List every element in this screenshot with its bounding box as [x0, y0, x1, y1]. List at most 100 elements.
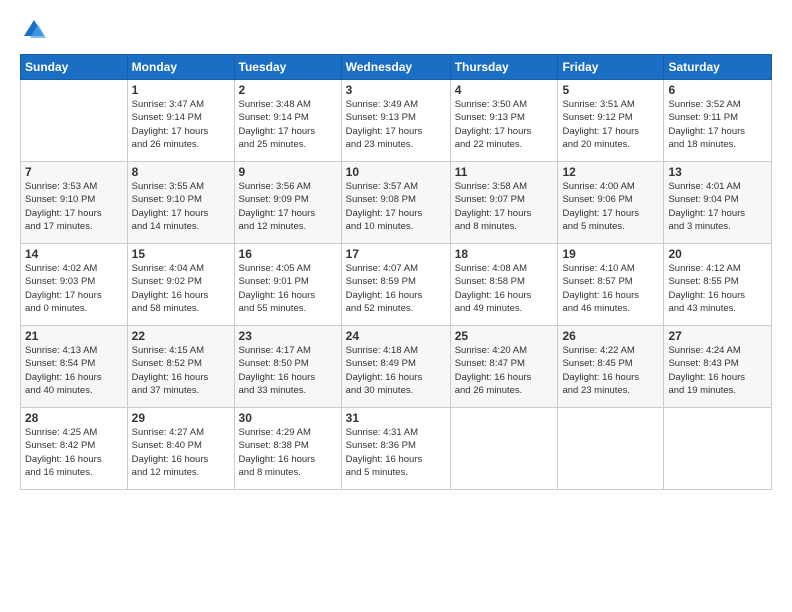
day-number: 31: [346, 411, 446, 425]
day-info: Sunrise: 3:51 AM Sunset: 9:12 PM Dayligh…: [562, 98, 659, 151]
day-info: Sunrise: 4:25 AM Sunset: 8:42 PM Dayligh…: [25, 426, 123, 479]
calendar-cell: 6Sunrise: 3:52 AM Sunset: 9:11 PM Daylig…: [664, 80, 772, 162]
week-row-1: 1Sunrise: 3:47 AM Sunset: 9:14 PM Daylig…: [21, 80, 772, 162]
day-info: Sunrise: 3:49 AM Sunset: 9:13 PM Dayligh…: [346, 98, 446, 151]
calendar-cell: 7Sunrise: 3:53 AM Sunset: 9:10 PM Daylig…: [21, 162, 128, 244]
calendar-cell: 28Sunrise: 4:25 AM Sunset: 8:42 PM Dayli…: [21, 408, 128, 490]
day-info: Sunrise: 4:24 AM Sunset: 8:43 PM Dayligh…: [668, 344, 767, 397]
day-info: Sunrise: 4:08 AM Sunset: 8:58 PM Dayligh…: [455, 262, 554, 315]
day-info: Sunrise: 3:55 AM Sunset: 9:10 PM Dayligh…: [132, 180, 230, 233]
calendar-cell: 25Sunrise: 4:20 AM Sunset: 8:47 PM Dayli…: [450, 326, 558, 408]
day-info: Sunrise: 3:52 AM Sunset: 9:11 PM Dayligh…: [668, 98, 767, 151]
day-info: Sunrise: 3:48 AM Sunset: 9:14 PM Dayligh…: [239, 98, 337, 151]
calendar-cell: [664, 408, 772, 490]
calendar-cell: 16Sunrise: 4:05 AM Sunset: 9:01 PM Dayli…: [234, 244, 341, 326]
day-info: Sunrise: 4:07 AM Sunset: 8:59 PM Dayligh…: [346, 262, 446, 315]
weekday-header-saturday: Saturday: [664, 55, 772, 80]
day-number: 27: [668, 329, 767, 343]
day-info: Sunrise: 4:13 AM Sunset: 8:54 PM Dayligh…: [25, 344, 123, 397]
calendar-cell: [558, 408, 664, 490]
day-number: 9: [239, 165, 337, 179]
day-info: Sunrise: 3:53 AM Sunset: 9:10 PM Dayligh…: [25, 180, 123, 233]
day-number: 11: [455, 165, 554, 179]
day-info: Sunrise: 4:12 AM Sunset: 8:55 PM Dayligh…: [668, 262, 767, 315]
day-number: 28: [25, 411, 123, 425]
calendar-cell: 17Sunrise: 4:07 AM Sunset: 8:59 PM Dayli…: [341, 244, 450, 326]
calendar-cell: 1Sunrise: 3:47 AM Sunset: 9:14 PM Daylig…: [127, 80, 234, 162]
page: SundayMondayTuesdayWednesdayThursdayFrid…: [0, 0, 792, 612]
day-number: 2: [239, 83, 337, 97]
day-info: Sunrise: 3:58 AM Sunset: 9:07 PM Dayligh…: [455, 180, 554, 233]
day-number: 26: [562, 329, 659, 343]
day-number: 12: [562, 165, 659, 179]
day-number: 6: [668, 83, 767, 97]
calendar-cell: 9Sunrise: 3:56 AM Sunset: 9:09 PM Daylig…: [234, 162, 341, 244]
calendar-cell: 8Sunrise: 3:55 AM Sunset: 9:10 PM Daylig…: [127, 162, 234, 244]
day-number: 18: [455, 247, 554, 261]
day-number: 23: [239, 329, 337, 343]
day-number: 16: [239, 247, 337, 261]
day-info: Sunrise: 4:10 AM Sunset: 8:57 PM Dayligh…: [562, 262, 659, 315]
day-number: 1: [132, 83, 230, 97]
day-info: Sunrise: 4:04 AM Sunset: 9:02 PM Dayligh…: [132, 262, 230, 315]
calendar-cell: 18Sunrise: 4:08 AM Sunset: 8:58 PM Dayli…: [450, 244, 558, 326]
calendar-cell: 3Sunrise: 3:49 AM Sunset: 9:13 PM Daylig…: [341, 80, 450, 162]
day-number: 3: [346, 83, 446, 97]
day-info: Sunrise: 3:50 AM Sunset: 9:13 PM Dayligh…: [455, 98, 554, 151]
day-number: 7: [25, 165, 123, 179]
day-info: Sunrise: 3:57 AM Sunset: 9:08 PM Dayligh…: [346, 180, 446, 233]
day-info: Sunrise: 4:00 AM Sunset: 9:06 PM Dayligh…: [562, 180, 659, 233]
day-info: Sunrise: 4:01 AM Sunset: 9:04 PM Dayligh…: [668, 180, 767, 233]
day-number: 15: [132, 247, 230, 261]
week-row-2: 7Sunrise: 3:53 AM Sunset: 9:10 PM Daylig…: [21, 162, 772, 244]
day-info: Sunrise: 3:47 AM Sunset: 9:14 PM Dayligh…: [132, 98, 230, 151]
weekday-header-wednesday: Wednesday: [341, 55, 450, 80]
day-number: 29: [132, 411, 230, 425]
header: [20, 16, 772, 44]
day-info: Sunrise: 3:56 AM Sunset: 9:09 PM Dayligh…: [239, 180, 337, 233]
day-number: 20: [668, 247, 767, 261]
weekday-header-row: SundayMondayTuesdayWednesdayThursdayFrid…: [21, 55, 772, 80]
weekday-header-sunday: Sunday: [21, 55, 128, 80]
day-info: Sunrise: 4:20 AM Sunset: 8:47 PM Dayligh…: [455, 344, 554, 397]
day-info: Sunrise: 4:31 AM Sunset: 8:36 PM Dayligh…: [346, 426, 446, 479]
day-number: 21: [25, 329, 123, 343]
weekday-header-tuesday: Tuesday: [234, 55, 341, 80]
day-number: 25: [455, 329, 554, 343]
calendar-cell: 19Sunrise: 4:10 AM Sunset: 8:57 PM Dayli…: [558, 244, 664, 326]
week-row-5: 28Sunrise: 4:25 AM Sunset: 8:42 PM Dayli…: [21, 408, 772, 490]
logo-icon: [20, 16, 48, 44]
day-number: 8: [132, 165, 230, 179]
calendar-cell: 14Sunrise: 4:02 AM Sunset: 9:03 PM Dayli…: [21, 244, 128, 326]
day-number: 13: [668, 165, 767, 179]
weekday-header-friday: Friday: [558, 55, 664, 80]
calendar-table: SundayMondayTuesdayWednesdayThursdayFrid…: [20, 54, 772, 490]
calendar-cell: 31Sunrise: 4:31 AM Sunset: 8:36 PM Dayli…: [341, 408, 450, 490]
calendar-cell: 29Sunrise: 4:27 AM Sunset: 8:40 PM Dayli…: [127, 408, 234, 490]
day-info: Sunrise: 4:27 AM Sunset: 8:40 PM Dayligh…: [132, 426, 230, 479]
calendar-cell: 26Sunrise: 4:22 AM Sunset: 8:45 PM Dayli…: [558, 326, 664, 408]
calendar-cell: [21, 80, 128, 162]
day-number: 4: [455, 83, 554, 97]
calendar-cell: 24Sunrise: 4:18 AM Sunset: 8:49 PM Dayli…: [341, 326, 450, 408]
calendar-cell: 20Sunrise: 4:12 AM Sunset: 8:55 PM Dayli…: [664, 244, 772, 326]
weekday-header-monday: Monday: [127, 55, 234, 80]
day-info: Sunrise: 4:18 AM Sunset: 8:49 PM Dayligh…: [346, 344, 446, 397]
day-info: Sunrise: 4:17 AM Sunset: 8:50 PM Dayligh…: [239, 344, 337, 397]
day-number: 14: [25, 247, 123, 261]
calendar-cell: 27Sunrise: 4:24 AM Sunset: 8:43 PM Dayli…: [664, 326, 772, 408]
calendar-cell: 5Sunrise: 3:51 AM Sunset: 9:12 PM Daylig…: [558, 80, 664, 162]
day-number: 19: [562, 247, 659, 261]
calendar-cell: 2Sunrise: 3:48 AM Sunset: 9:14 PM Daylig…: [234, 80, 341, 162]
week-row-4: 21Sunrise: 4:13 AM Sunset: 8:54 PM Dayli…: [21, 326, 772, 408]
calendar-cell: 4Sunrise: 3:50 AM Sunset: 9:13 PM Daylig…: [450, 80, 558, 162]
calendar-cell: [450, 408, 558, 490]
week-row-3: 14Sunrise: 4:02 AM Sunset: 9:03 PM Dayli…: [21, 244, 772, 326]
day-info: Sunrise: 4:15 AM Sunset: 8:52 PM Dayligh…: [132, 344, 230, 397]
logo: [20, 16, 52, 44]
calendar-cell: 12Sunrise: 4:00 AM Sunset: 9:06 PM Dayli…: [558, 162, 664, 244]
calendar-cell: 23Sunrise: 4:17 AM Sunset: 8:50 PM Dayli…: [234, 326, 341, 408]
day-info: Sunrise: 4:29 AM Sunset: 8:38 PM Dayligh…: [239, 426, 337, 479]
calendar-cell: 22Sunrise: 4:15 AM Sunset: 8:52 PM Dayli…: [127, 326, 234, 408]
day-number: 10: [346, 165, 446, 179]
